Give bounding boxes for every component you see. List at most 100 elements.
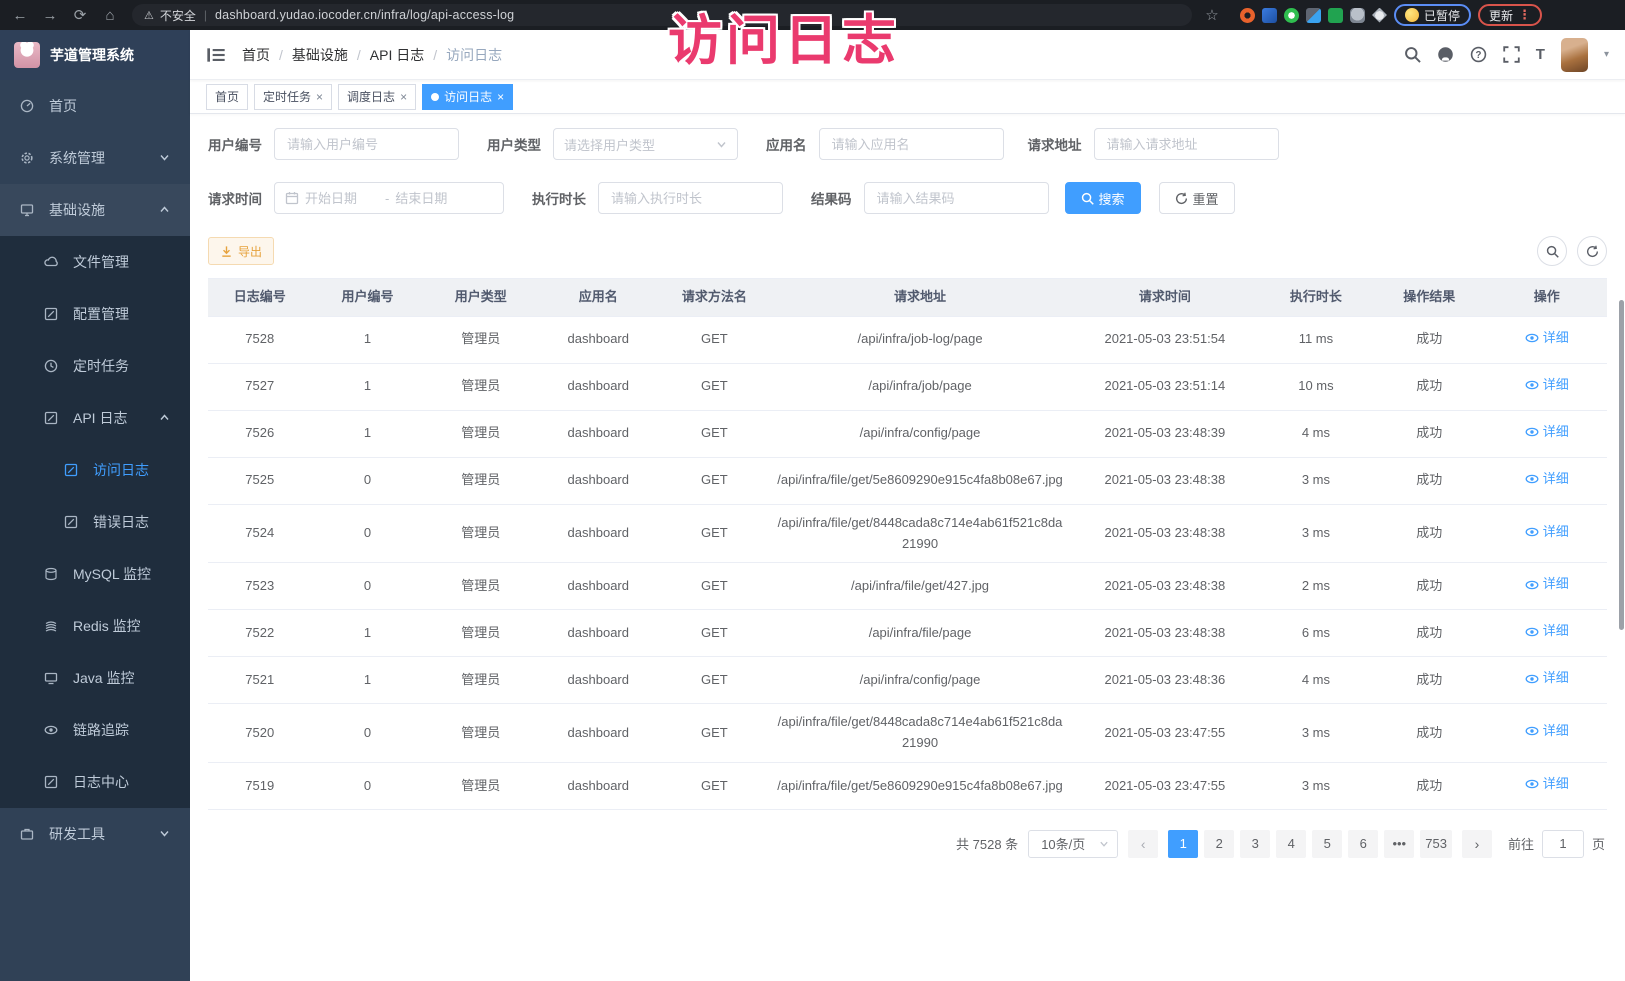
detail-link[interactable]: 详细 xyxy=(1525,522,1569,543)
eye-icon xyxy=(1525,724,1539,738)
reset-button[interactable]: 重置 xyxy=(1159,182,1235,214)
request-time-range-picker[interactable]: - xyxy=(274,182,504,214)
export-button[interactable]: 导出 xyxy=(208,237,274,265)
page-button[interactable]: 2 xyxy=(1204,830,1234,858)
infrastructure-icon xyxy=(20,203,35,218)
result-code-input[interactable] xyxy=(864,182,1049,214)
end-date-input[interactable] xyxy=(395,191,469,206)
font-size-icon[interactable]: T xyxy=(1536,46,1545,63)
browser-back-icon[interactable]: ← xyxy=(8,4,32,26)
page-scrollbar[interactable] xyxy=(1619,300,1624,630)
sidebar-item-scheduled-jobs[interactable]: 定时任务 xyxy=(0,340,190,392)
address-bar[interactable]: ⚠ 不安全 | dashboard.yudao.iocoder.cn/infra… xyxy=(132,4,1192,26)
page-button[interactable]: 4 xyxy=(1276,830,1306,858)
sidebar-item-file-management[interactable]: 文件管理 xyxy=(0,236,190,288)
filter-row-1: 用户编号 用户类型 请选择用户类型 应用名 请求地址 xyxy=(208,128,1607,160)
extension-icon[interactable] xyxy=(1262,8,1277,23)
breadcrumb-infrastructure[interactable]: 基础设施 xyxy=(292,45,348,65)
security-label[interactable]: 不安全 xyxy=(160,7,196,24)
cell-request-url: /api/infra/file/page xyxy=(770,615,1069,652)
page-button[interactable]: 5 xyxy=(1312,830,1342,858)
extension-icon[interactable] xyxy=(1350,8,1365,23)
github-icon[interactable] xyxy=(1437,46,1454,63)
sidebar-item-log-center[interactable]: 日志中心 xyxy=(0,756,190,808)
detail-link[interactable]: 详细 xyxy=(1525,774,1569,795)
user-type-select[interactable]: 请选择用户类型 xyxy=(553,128,738,160)
sidebar-item-redis-monitor[interactable]: Redis 监控 xyxy=(0,600,190,652)
sidebar-item-api-log[interactable]: API 日志 xyxy=(0,392,190,444)
close-icon[interactable]: × xyxy=(316,90,323,104)
goto-page-input[interactable] xyxy=(1542,830,1584,858)
page-size-select[interactable]: 10条/页 xyxy=(1028,830,1118,858)
bookmark-star-icon[interactable]: ☆ xyxy=(1200,4,1224,26)
browser-home-icon[interactable]: ⌂ xyxy=(98,4,122,26)
detail-link[interactable]: 详细 xyxy=(1525,422,1569,443)
cell-result: 成功 xyxy=(1372,462,1487,499)
profile-paused-badge[interactable]: 已暂停 xyxy=(1394,4,1471,26)
detail-link[interactable]: 详细 xyxy=(1525,375,1569,396)
sidebar-item-access-log[interactable]: 访问日志 xyxy=(0,444,190,496)
sidebar-item-trace[interactable]: 链路追踪 xyxy=(0,704,190,756)
browser-forward-icon[interactable]: → xyxy=(38,4,62,26)
page-button[interactable]: 6 xyxy=(1348,830,1378,858)
search-button[interactable]: 搜索 xyxy=(1065,182,1141,214)
browser-update-button[interactable]: 更新 ⋮ xyxy=(1478,4,1542,26)
duration-input[interactable] xyxy=(598,182,783,214)
edit-icon xyxy=(44,411,59,426)
start-date-input[interactable] xyxy=(305,191,379,206)
app-name-label: 应用名 xyxy=(766,134,807,154)
extension-icon[interactable] xyxy=(1328,8,1343,23)
sidebar-item-mysql-monitor[interactable]: MySQL 监控 xyxy=(0,548,190,600)
extensions-puzzle-icon[interactable] xyxy=(1372,8,1387,23)
tab[interactable]: 调度日志 × xyxy=(338,84,416,110)
tab[interactable]: 定时任务 × xyxy=(254,84,332,110)
tab[interactable]: 首页 xyxy=(206,84,248,110)
app-name-input[interactable] xyxy=(819,128,1004,160)
detail-link[interactable]: 详细 xyxy=(1525,668,1569,689)
sidebar-item-infrastructure[interactable]: 基础设施 xyxy=(0,184,190,236)
breadcrumb-home[interactable]: 首页 xyxy=(242,45,270,65)
page-button[interactable]: 753 xyxy=(1420,830,1452,858)
page-button[interactable]: 3 xyxy=(1240,830,1270,858)
detail-link[interactable]: 详细 xyxy=(1525,621,1569,642)
refresh-icon xyxy=(1175,192,1188,205)
next-page-button[interactable]: › xyxy=(1462,830,1492,858)
sidebar-item-system[interactable]: 系统管理 xyxy=(0,132,190,184)
detail-link[interactable]: 详细 xyxy=(1525,469,1569,490)
sidebar-item-error-log[interactable]: 错误日志 xyxy=(0,496,190,548)
search-icon[interactable] xyxy=(1404,46,1421,63)
detail-link[interactable]: 详细 xyxy=(1525,721,1569,742)
sidebar-item-java-monitor[interactable]: Java 监控 xyxy=(0,652,190,704)
request-url-input[interactable] xyxy=(1094,128,1279,160)
breadcrumb-api-log[interactable]: API 日志 xyxy=(370,45,424,65)
refresh-table-button[interactable] xyxy=(1577,236,1607,266)
tab[interactable]: 访问日志 × xyxy=(422,84,513,110)
page-button[interactable]: ••• xyxy=(1384,830,1414,858)
user-id-input[interactable] xyxy=(274,128,459,160)
extension-icon[interactable] xyxy=(1306,8,1321,23)
extension-icon[interactable] xyxy=(1284,8,1299,23)
extension-icon[interactable] xyxy=(1240,8,1255,23)
browser-menu-dots-icon[interactable]: ⋮ xyxy=(1518,7,1531,23)
browser-reload-icon[interactable]: ⟳ xyxy=(68,4,92,26)
close-icon[interactable]: × xyxy=(400,90,407,104)
fullscreen-icon[interactable] xyxy=(1503,46,1520,63)
help-icon[interactable] xyxy=(1470,46,1487,63)
sidebar-collapse-icon[interactable] xyxy=(206,45,226,65)
sidebar-item-home[interactable]: 首页 xyxy=(0,80,190,132)
sidebar-item-dev-tools[interactable]: 研发工具 xyxy=(0,808,190,860)
url-text[interactable]: dashboard.yudao.iocoder.cn/infra/log/api… xyxy=(215,8,514,22)
prev-page-button[interactable]: ‹ xyxy=(1128,830,1158,858)
table-row: 7524 0 管理员 dashboard GET /api/infra/file… xyxy=(208,505,1607,564)
chevron-down-icon[interactable]: ▾ xyxy=(1604,49,1609,60)
detail-link[interactable]: 详细 xyxy=(1525,574,1569,595)
close-icon[interactable]: × xyxy=(497,90,504,104)
sidebar-item-config-management[interactable]: 配置管理 xyxy=(0,288,190,340)
page-button[interactable]: 1 xyxy=(1168,830,1198,858)
toggle-search-button[interactable] xyxy=(1537,236,1567,266)
table-header: 日志编号 用户编号 用户类型 应用名 请求方法名 请求地址 请求时间 执行时长 … xyxy=(208,279,1607,317)
detail-link[interactable]: 详细 xyxy=(1525,328,1569,349)
cell-app-name: dashboard xyxy=(538,768,658,805)
browser-extensions-area: 已暂停 更新 ⋮ xyxy=(1240,4,1542,26)
user-avatar[interactable] xyxy=(1561,38,1588,72)
